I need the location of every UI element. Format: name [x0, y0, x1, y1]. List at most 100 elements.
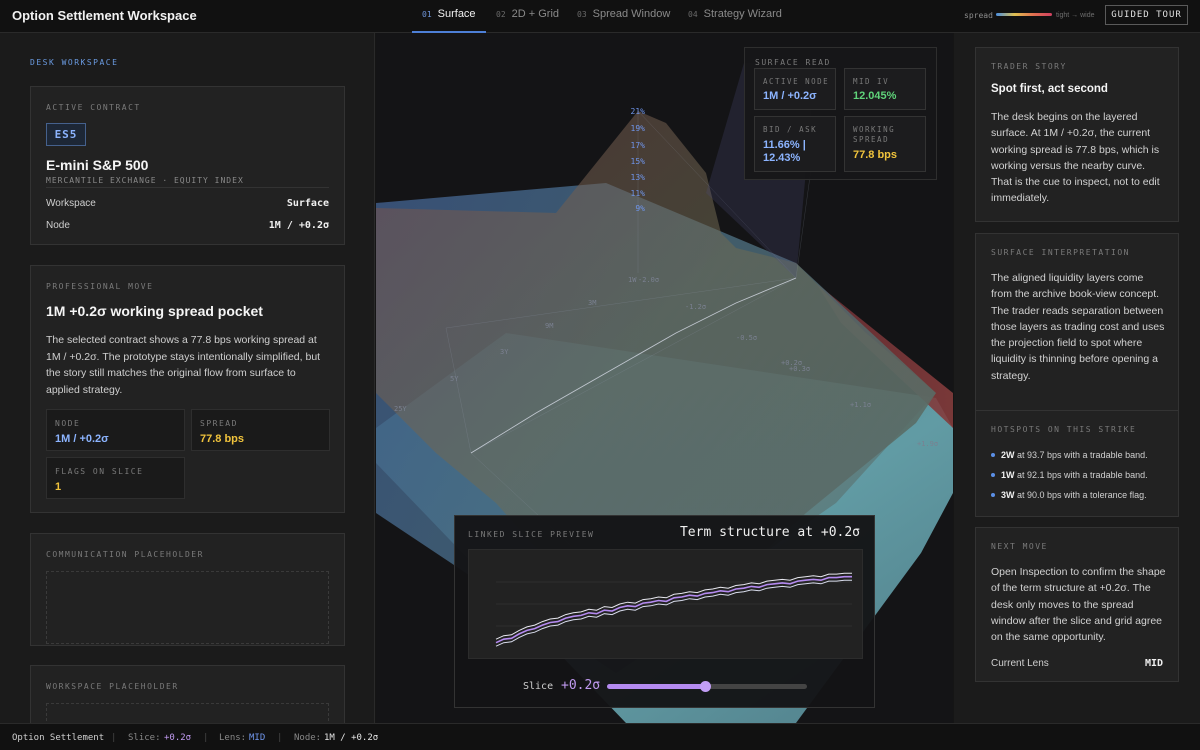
mid-iv-cell: MID IV 12.045% — [844, 68, 926, 110]
communication-placeholder: COMMUNICATION PLACEHOLDER — [30, 533, 345, 646]
hotspot-tenor: 1W — [1001, 470, 1015, 480]
status-node-key: Node: — [294, 733, 322, 743]
tenor-label: 3M — [588, 299, 597, 307]
tab-strategy-wizard[interactable]: 04 Strategy Wizard — [678, 0, 792, 33]
surface-read-panel: SURFACE READ ACTIVE NODE 1M / +0.2σ MID … — [744, 47, 937, 180]
tab-label: Strategy Wizard — [703, 8, 782, 20]
spread-legend-range: tight → wide — [1056, 12, 1095, 19]
tab-label: 2D + Grid — [511, 8, 560, 20]
tenor-label: 9M — [545, 322, 554, 330]
tab-surface[interactable]: 01 Surface — [412, 0, 486, 33]
guided-tour-button[interactable]: GUIDED TOUR — [1105, 5, 1188, 25]
spread-legend-gradient — [996, 13, 1052, 16]
slice-label: Slice — [523, 681, 554, 692]
term-structure-chart — [468, 549, 863, 659]
right-panel: TRADER STORY Spot first, act second The … — [954, 33, 1200, 723]
bullet-dot — [991, 493, 995, 497]
move-title: 1M +0.2σ working spread pocket — [46, 303, 263, 319]
cell-value: 11.66% | 12.43% — [763, 139, 806, 164]
current-lens-key: Current Lens — [991, 658, 1049, 669]
hotspot-item[interactable]: 2W at 93.7 bps with a tradable band. — [991, 450, 1171, 460]
working-spread-cell: WORKING SPREAD 77.8 bps — [844, 116, 926, 172]
flags-stat: FLAGS ON SLICE 1 — [46, 457, 185, 499]
status-separator: | — [203, 733, 209, 743]
section-title: DESK WORKSPACE — [30, 58, 119, 67]
tenor-label: 3Y — [500, 348, 509, 356]
card-label: COMMUNICATION PLACEHOLDER — [46, 550, 204, 559]
cell-label: MID IV — [853, 77, 890, 86]
surface-viewport[interactable]: 21% 19% 17% 15% 13% 11% 9% 25Y 5Y 3Y 9M … — [376, 33, 953, 723]
app-title: Option Settlement Workspace — [12, 8, 197, 23]
slider-handle[interactable] — [700, 681, 711, 692]
professional-move-card: PROFESSIONAL MOVE 1M +0.2σ working sprea… — [30, 265, 345, 513]
move-body: The selected contract shows a 77.8 bps w… — [46, 334, 321, 396]
card-label: NEXT MOVE — [991, 542, 1048, 551]
next-move-card: NEXT MOVE Open Inspection to confirm the… — [975, 527, 1179, 682]
status-slice-value: +0.2σ — [164, 733, 192, 743]
current-lens-value: MID — [1144, 658, 1163, 669]
bid-ask-cell: BID / ASK 11.66% | 12.43% — [754, 116, 836, 172]
card-label: HOTSPOTS ON THIS STRIKE — [991, 425, 1137, 434]
workspace-placeholder: WORKSPACE PLACEHOLDER — [30, 665, 345, 723]
card-label: PROFESSIONAL MOVE — [46, 282, 154, 291]
spread-legend-label: spread — [964, 11, 993, 20]
placeholder-area — [46, 703, 329, 723]
hotspot-item[interactable]: 1W at 92.1 bps with a tradable band. — [991, 470, 1171, 480]
next-move-body: Open Inspection to confirm the shape of … — [991, 566, 1166, 644]
iv-axis-tick: 19% — [630, 124, 645, 133]
status-separator: | — [277, 733, 283, 743]
hotspot-tenor: 3W — [1001, 490, 1015, 500]
tab-2d-grid[interactable]: 02 2D + Grid — [486, 0, 569, 33]
cell-value: 12.045% — [853, 90, 897, 102]
hotspots-card: HOTSPOTS ON THIS STRIKE 2W at 93.7 bps w… — [975, 410, 1179, 517]
slider-fill — [607, 684, 705, 689]
slice-slider[interactable] — [607, 681, 807, 692]
interpretation-body: The aligned liquidity layers come from t… — [991, 272, 1165, 382]
node-stat-label: NODE — [55, 419, 81, 428]
tab-number: 01 — [422, 10, 432, 19]
card-label: ACTIVE CONTRACT — [46, 103, 141, 112]
spread-stat-value: 77.8 bps — [200, 433, 245, 445]
iv-axis-tick: 15% — [630, 157, 645, 166]
flags-stat-value: 1 — [55, 481, 62, 493]
panel-label: LINKED SLICE PREVIEW — [468, 530, 595, 539]
tab-spread-window[interactable]: 03 Spread Window — [567, 0, 680, 33]
spread-stat: SPREAD 77.8 bps — [191, 409, 330, 451]
iv-axis-tick: 9% — [635, 204, 645, 213]
cell-value: 1M / +0.2σ — [763, 90, 817, 102]
node-row: Node 1M / +0.2σ — [46, 220, 329, 231]
status-app: Option Settlement — [12, 733, 105, 743]
workspace-row: Workspace Surface — [46, 198, 329, 209]
spread-stat-label: SPREAD — [200, 419, 238, 428]
slice-value: +0.2σ — [561, 678, 601, 693]
hotspot-item[interactable]: 3W at 90.0 bps with a tolerance flag. — [991, 490, 1171, 500]
status-lens-value: MID — [249, 733, 266, 743]
iv-axis-tick: 21% — [630, 107, 645, 116]
hotspot-text: at 93.7 bps with a tradable band. — [1017, 450, 1148, 460]
trader-story-card: TRADER STORY Spot first, act second The … — [975, 47, 1179, 222]
status-bar: Option Settlement | Slice: +0.2σ | Lens:… — [0, 723, 1200, 750]
strike-label: +1.9σ — [917, 440, 939, 448]
active-node-cell: ACTIVE NODE 1M / +0.2σ — [754, 68, 836, 110]
divider — [46, 187, 329, 188]
contract-exchange: MERCANTILE EXCHANGE · EQUITY INDEX — [46, 176, 244, 185]
workspace-value: Surface — [286, 198, 329, 209]
left-panel: DESK WORKSPACE ACTIVE CONTRACT ES5 E-min… — [0, 33, 375, 723]
cell-label: BID / ASK — [763, 125, 818, 134]
cell-label: ACTIVE NODE — [763, 77, 830, 86]
bullet-dot — [991, 453, 995, 457]
placeholder-area — [46, 571, 329, 644]
status-node-value: 1M / +0.2σ — [324, 733, 379, 743]
strike-label: -0.5σ — [736, 334, 758, 342]
hotspot-text: at 90.0 bps with a tolerance flag. — [1017, 490, 1147, 500]
iv-axis-tick: 17% — [630, 141, 645, 150]
tenor-label: 1W — [628, 276, 637, 284]
panel-label: SURFACE READ — [755, 58, 831, 67]
tab-label: Surface — [437, 8, 476, 20]
cell-value: 77.8 bps — [853, 149, 898, 161]
term-structure-plot — [495, 572, 852, 647]
card-label: SURFACE INTERPRETATION — [991, 248, 1130, 257]
top-bar: Option Settlement Workspace 01 Surface 02… — [0, 0, 1200, 33]
tab-number: 03 — [577, 10, 587, 19]
linked-slice-preview: LINKED SLICE PREVIEW Term structure at +… — [454, 515, 875, 708]
